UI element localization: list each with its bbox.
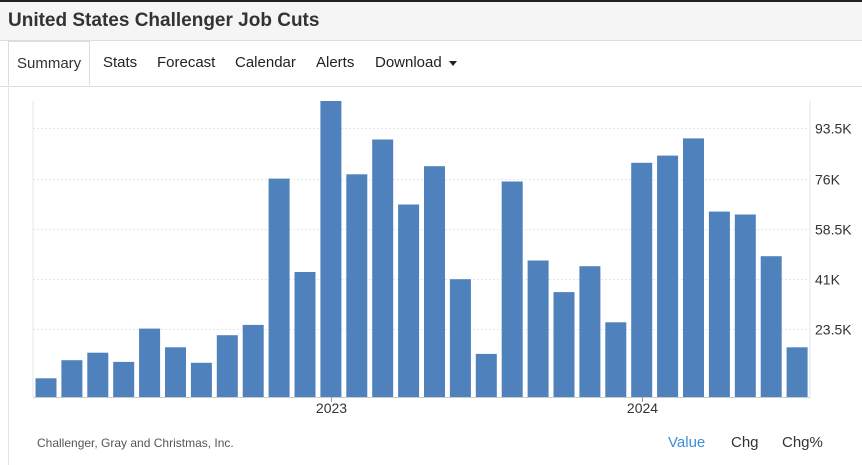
bar [579, 266, 601, 397]
page-title: United States Challenger Job Cuts [8, 10, 320, 31]
bar [553, 292, 575, 397]
mode-chg-pct[interactable]: Chg% [782, 434, 823, 451]
y-tick-label: 58.5K [815, 222, 852, 238]
bar [683, 138, 704, 397]
x-tick-label: 2024 [627, 400, 658, 416]
tab-forecast[interactable]: Forecast [157, 41, 215, 86]
tab-calendar[interactable]: Calendar [235, 41, 296, 86]
bar [294, 272, 316, 397]
bar [61, 360, 83, 397]
bar [657, 155, 679, 397]
bar [113, 361, 135, 397]
bar [786, 347, 808, 397]
tab-alerts[interactable]: Alerts [316, 41, 354, 86]
bar [708, 211, 730, 397]
bar [190, 362, 212, 397]
tab-stats[interactable]: Stats [103, 41, 137, 86]
bar [268, 178, 290, 397]
x-tick-label: 2023 [316, 400, 347, 416]
tab-download-label: Download [375, 54, 442, 71]
bar [372, 139, 394, 397]
title-bar: United States Challenger Job Cuts [0, 0, 862, 41]
caret-down-icon [448, 60, 457, 66]
bar [87, 352, 109, 397]
bar [320, 101, 342, 397]
tab-summary[interactable]: Summary [8, 41, 91, 86]
bar [475, 353, 497, 397]
mode-chg[interactable]: Chg [731, 434, 759, 451]
bar [760, 256, 782, 397]
bar [449, 279, 471, 397]
bar [398, 204, 420, 397]
y-tick-label: 76K [815, 172, 841, 188]
y-tick-label: 41K [815, 272, 841, 288]
y-tick-label: 93.5K [815, 121, 852, 137]
y-tick-label: 23.5K [815, 322, 852, 338]
bar [605, 322, 627, 397]
mode-value[interactable]: Value [668, 434, 705, 451]
bar-chart: 23.5K 41K 58.5K 76K 93.5K 2023 2024 [32, 101, 852, 416]
bar [734, 214, 756, 397]
bar [35, 378, 57, 397]
bar [165, 347, 186, 397]
bar [527, 260, 549, 397]
bar [631, 162, 653, 397]
tab-bar: Summary Stats Forecast Calendar Alerts D… [0, 41, 862, 87]
bar [501, 181, 523, 397]
bar [424, 166, 445, 397]
bar [242, 324, 264, 397]
tab-download[interactable]: Download [375, 41, 457, 86]
bar [346, 174, 368, 397]
source-note: Challenger, Gray and Christmas, Inc. [37, 436, 234, 450]
bar [139, 328, 161, 397]
bar [216, 335, 238, 397]
